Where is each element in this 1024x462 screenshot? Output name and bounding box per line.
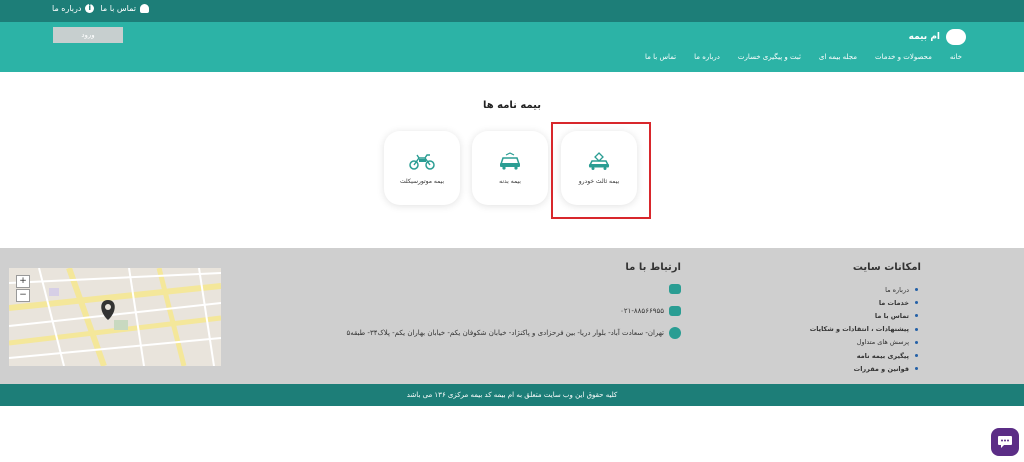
contact-address: تهران- سعادت آباد- بلوار دریا- بین فرحزا… xyxy=(346,329,664,337)
login-button[interactable]: ورود xyxy=(53,27,123,43)
top-link-contact[interactable]: تماس با ما xyxy=(100,4,149,13)
map-image xyxy=(9,268,221,366)
nav-products[interactable]: محصولات و خدمات xyxy=(875,53,932,61)
email-icon xyxy=(669,284,681,294)
footer: + − ارتباط با ما ۰۲۱-۸۸۵۶۶۹۵۵ تهران- سعا… xyxy=(0,248,1024,384)
info-icon xyxy=(85,3,95,13)
contact-phone-row[interactable]: ۰۲۱-۸۸۵۶۶۹۵۵ xyxy=(620,306,681,316)
bullet-icon xyxy=(915,340,918,344)
nav-about[interactable]: درباره ما xyxy=(694,53,720,61)
feature-item[interactable]: پیگیری بیمه نامه xyxy=(810,349,918,362)
section-title: بیمه نامه ها xyxy=(482,100,542,111)
map-zoom-in-button[interactable]: + xyxy=(16,275,30,288)
feature-item[interactable]: پیشنهادات ، انتقادات و شکایات xyxy=(810,323,918,336)
chat-widget-button[interactable] xyxy=(991,428,1019,456)
feature-item[interactable]: خدمات ما xyxy=(810,296,918,309)
nav-claims[interactable]: ثبت و پیگیری خسارت xyxy=(738,53,801,61)
card-motorcycle-label: بیمه موتورسیکلت xyxy=(399,177,445,185)
bullet-icon xyxy=(915,314,918,318)
top-link-about[interactable]: درباره ما xyxy=(52,3,95,13)
card-car-body[interactable]: بیمه بدنه xyxy=(472,131,548,205)
selection-highlight xyxy=(551,122,651,219)
car-body-icon xyxy=(499,151,521,170)
user-icon xyxy=(139,4,149,13)
top-link-contact-label: تماس با ما xyxy=(100,4,136,13)
feature-item[interactable]: تماس با ما xyxy=(810,309,918,322)
bullet-icon xyxy=(915,301,918,305)
feature-item[interactable]: قوانین و مقررات xyxy=(810,362,918,375)
card-motorcycle[interactable]: بیمه موتورسیکلت xyxy=(384,131,460,205)
map-zoom-out-button[interactable]: − xyxy=(16,289,30,302)
location-icon xyxy=(669,327,681,339)
feature-item[interactable]: پرسش های متداول xyxy=(810,336,918,349)
nav-magazine[interactable]: مجله بیمه ای xyxy=(819,53,857,61)
card-car-body-label: بیمه بدنه xyxy=(499,177,521,185)
top-bar: درباره ما تماس با ما xyxy=(0,0,1024,22)
bullet-icon xyxy=(915,327,918,331)
brand-name: ام بیمه xyxy=(908,32,940,42)
contact-title: ارتباط با ما xyxy=(625,262,681,273)
features-title: امکانات سایت xyxy=(852,262,921,273)
brand[interactable]: ام بیمه xyxy=(909,29,966,45)
contact-phone: ۰۲۱-۸۸۵۶۶۹۵۵ xyxy=(620,307,664,315)
main-nav: خانه محصولات و خدمات مجله بیمه ای ثبت و … xyxy=(645,53,962,61)
phone-icon xyxy=(669,306,681,316)
top-link-about-label: درباره ما xyxy=(52,4,82,13)
bullet-icon xyxy=(915,367,918,371)
features-list: درباره ما خدمات ما تماس با ما پیشنهادات … xyxy=(810,283,918,375)
bullet-icon xyxy=(915,288,918,292)
chat-icon xyxy=(998,436,1012,448)
header: ورود ام بیمه خانه محصولات و خدمات مجله ب… xyxy=(0,22,1024,72)
feature-item[interactable]: درباره ما xyxy=(810,283,918,296)
contact-address-row: تهران- سعادت آباد- بلوار دریا- بین فرحزا… xyxy=(346,327,681,339)
brand-logo xyxy=(946,29,966,45)
contact-email-row[interactable] xyxy=(669,284,681,294)
top-links: درباره ما تماس با ما xyxy=(52,3,149,13)
copyright-bar: کلیه حقوق این وب سایت متعلق به ام بیمه ک… xyxy=(0,384,1024,406)
motorcycle-icon xyxy=(409,153,435,170)
nav-contact[interactable]: تماس با ما xyxy=(645,53,676,61)
map[interactable]: + − xyxy=(9,268,221,366)
nav-home[interactable]: خانه xyxy=(950,53,962,61)
bullet-icon xyxy=(915,354,918,358)
